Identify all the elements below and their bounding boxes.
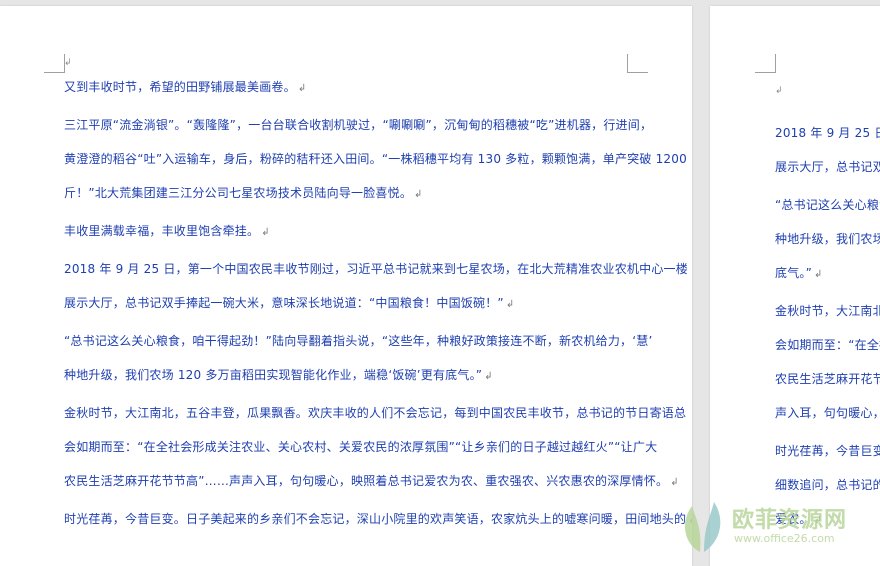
paragraph-line-wrap: 时光荏苒，今昔巨变。日子美起来的乡亲们不会忘记，深山小院里的欢声笑语，农家炕头上… [64, 502, 692, 536]
paragraph[interactable]: 金秋时节，大江南北， 会如期而至：“在全社农民生活芝麻开花节节声入耳，句句暖心，↲ [775, 294, 880, 430]
paragraph-line-wrap: 底气。” ↲ [775, 256, 880, 290]
paragraph-line: “总书记这么关心粮食，咱干得起劲！”陆向导翻着指头说，“这些年，种粮好政策接连不… [64, 334, 653, 348]
paragraph-line: 金秋时节，大江南北，五谷丰登，瓜果飘香。欢庆丰收的人们不会忘记，每到中国农民丰收… [64, 406, 687, 420]
paragraph[interactable]: 金秋时节，大江南北，五谷丰登，瓜果飘香。欢庆丰收的人们不会忘记，每到中国农民丰收… [64, 396, 686, 498]
paragraph-mark-icon: ↲ [261, 227, 270, 238]
paragraph-line: 农民生活芝麻开花节节 [775, 372, 880, 386]
paragraph-mark-icon: ↲ [505, 299, 515, 310]
paragraph-line-text: 展示大厅，总书记双手 [775, 160, 880, 174]
paragraph-line-wrap: 斤！”北大荒集团建三江分公司七星农场技术员陆向导一脸喜悦。 ↲ [64, 176, 687, 210]
paragraph-line-text: 时光荏苒，今昔巨变。日子美起来的乡亲们不会忘记，深山小院里的欢声笑语，农家炕头上… [64, 512, 687, 526]
paragraph-line-wrap: 丰收里满载幸福，丰收里饱含牵挂。 ↲ [64, 214, 270, 248]
paragraph-line: 2018 年 9 月 25 日，第一个中国农民丰收节刚过，习近平总书记就来到七星… [64, 262, 688, 276]
margin-mark-top-left-page-2 [755, 54, 776, 73]
paragraph-line-wrap: 种地升级，我们农场 120 多万亩稻田实现智能化作业，端稳‘饭碗’更有底气。” ↲ [64, 358, 652, 392]
paragraph-line: 会如期而至：“在全社 [775, 338, 880, 352]
paragraph-line-wrap: 声入耳，句句暖心，↲ [775, 396, 880, 430]
paragraph-mark-icon: ↲ [297, 83, 307, 94]
paragraph-line: 三江平原“流金淌银”。“轰隆隆”，一台台联合收割机驶过，“唰唰唰”，沉甸甸的稻穗… [64, 118, 653, 132]
paragraph-mark-icon: ↲ [670, 477, 679, 488]
paragraph-line-text: 展示大厅，总书记双手捧起一碗大米，意味深长地说道：“中国粮食！中国饭碗！” [64, 296, 504, 310]
empty-paragraph-mark: ↲ [64, 58, 72, 68]
document-page-1[interactable]: ↲ 又到丰收时节，希望的田野铺展最美画卷。 ↲ 三江平原“流金淌银”。“轰隆隆”，一… [0, 6, 692, 566]
margin-mark-top-left [44, 54, 65, 73]
paragraph-mark-icon: ↲ [484, 371, 493, 382]
paragraph-line-wrap: 展示大厅，总书记双手捧起一碗大米，意味深长地说道：“中国粮食！中国饭碗！” ↲ [64, 286, 688, 320]
paragraph[interactable]: “总书记这么关心粮食 种地升级，我们农场 底气。” ↲ [775, 188, 880, 290]
paragraph[interactable]: 又到丰收时节，希望的田野铺展最美画卷。 ↲ [64, 70, 306, 104]
empty-paragraph-mark: ↲ [775, 86, 783, 96]
paragraph-mark-icon: ↲ [814, 269, 823, 280]
paragraph-line: 种地升级，我们农场 [775, 232, 880, 246]
paragraph[interactable]: 丰收里满载幸福，丰收里饱含牵挂。 ↲ [64, 214, 270, 248]
document-page-2[interactable]: ↲ 2018 年 9 月 25 日，展示大厅，总书记双手↲“总书记这么关心粮食种… [710, 6, 880, 566]
paragraph-line: 金秋时节，大江南北， [775, 304, 880, 318]
paragraph-line: 时光荏苒，今昔巨变。 [775, 444, 880, 458]
paragraph[interactable]: 时光荏苒，今昔巨变。日子美起来的乡亲们不会忘记，深山小院里的欢声笑语，农家炕头上… [64, 502, 692, 536]
paragraph-line: 会如期而至：“在全社会形成关注农业、关心农村、关爱农民的浓厚氛围”“让乡亲们的日… [64, 440, 658, 454]
watermark: 欧菲资源网 www.office26.com [672, 492, 880, 556]
paragraph[interactable]: “总书记这么关心粮食，咱干得起劲！”陆向导翻着指头说，“这些年，种粮好政策接连不… [64, 324, 652, 392]
paragraph-line-text: 声入耳，句句暖心， [775, 406, 880, 420]
paragraph[interactable]: 三江平原“流金淌银”。“轰隆隆”，一台台联合收割机驶过，“唰唰唰”，沉甸甸的稻穗… [64, 108, 687, 210]
paragraph-line-text: 农民生活芝麻开花节节高”……声声入耳，句句暖心，映照着总书记爱农为农、重农强农、… [64, 474, 669, 488]
paragraph-line-text: 又到丰收时节，希望的田野铺展最美画卷。 [64, 80, 296, 94]
watermark-title: 欧菲资源网 [732, 508, 848, 533]
margin-mark-top-right [627, 54, 648, 73]
paragraph-line-wrap: 又到丰收时节，希望的田野铺展最美画卷。 ↲ [64, 70, 306, 104]
paragraph-line-text: 丰收里满载幸福，丰收里饱含牵挂。 [64, 224, 260, 238]
paragraph-line: 2018 年 9 月 25 日， [775, 126, 880, 140]
paragraph[interactable]: 2018 年 9 月 25 日， 展示大厅，总书记双手↲ [775, 116, 880, 184]
paragraph[interactable]: 2018 年 9 月 25 日，第一个中国农民丰收节刚过，习近平总书记就来到七星… [64, 252, 688, 320]
paragraph-line-text: 底气。” [775, 266, 813, 280]
paragraph-line: “总书记这么关心粮食 [775, 198, 880, 212]
paragraph-line-wrap: 展示大厅，总书记双手↲ [775, 150, 880, 184]
paragraph-line-wrap: 农民生活芝麻开花节节高”……声声入耳，句句暖心，映照着总书记爱农为农、重农强农、… [64, 464, 686, 498]
paragraph-line-text: 斤！”北大荒集团建三江分公司七星农场技术员陆向导一脸喜悦。 [64, 186, 413, 200]
watermark-url: www.office26.com [734, 532, 835, 545]
paragraph-line-text: 种地升级，我们农场 120 多万亩稻田实现智能化作业，端稳‘饭碗’更有底气。” [64, 368, 483, 382]
leaf-logo-icon [685, 502, 721, 552]
paragraph-mark-icon: ↲ [414, 189, 423, 200]
paragraph-line: 黄澄澄的稻谷“吐”入运输车，身后，粉碎的秸秆还入田间。“一株稻穗平均有 130 … [64, 152, 687, 166]
